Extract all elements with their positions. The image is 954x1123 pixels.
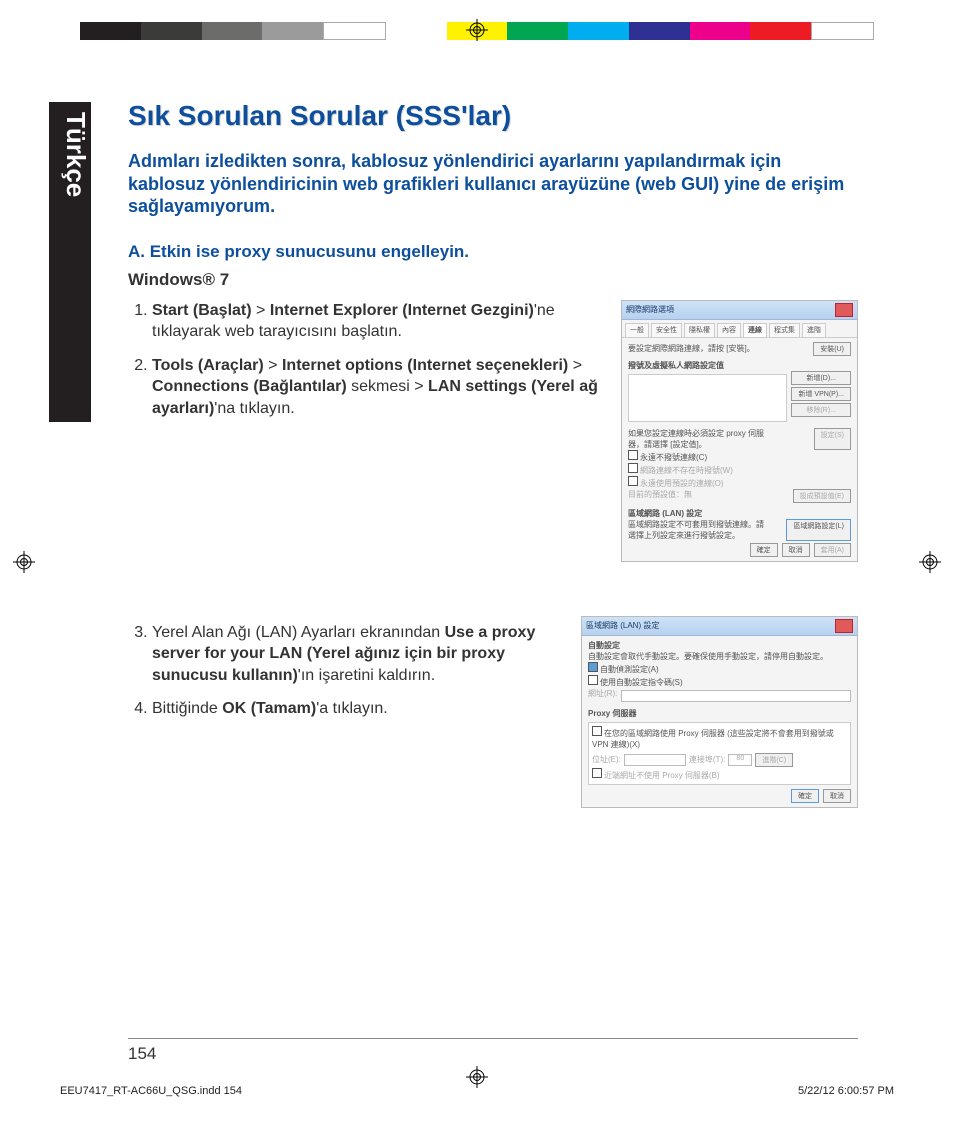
footer-filename: EEU7417_RT-AC66U_QSG.indd 154 (60, 1085, 242, 1097)
tab-privacy[interactable]: 隱私權 (684, 323, 715, 337)
print-footer: EEU7417_RT-AC66U_QSG.indd 154 5/22/12 6:… (60, 1085, 894, 1097)
close-icon[interactable] (835, 619, 853, 633)
setup-button[interactable]: 安裝(U) (813, 342, 851, 356)
setup-note: 要設定網際網路連線，請按 [安裝]。 (628, 343, 755, 354)
tab-connections[interactable]: 連線 (743, 323, 767, 337)
auto-note: 自動設定會取代手動設定。要確保使用手動設定，請停用自動設定。 (588, 651, 851, 662)
ok-button[interactable]: 確定 (791, 789, 819, 803)
intro-paragraph: Adımları izledikten sonra, kablosuz yönl… (128, 150, 858, 218)
close-icon[interactable] (835, 303, 853, 317)
tab-security[interactable]: 安全性 (651, 323, 682, 337)
footer-divider (128, 1038, 858, 1039)
dialog-tabs: 一般 安全性 隱私權 內容 連線 程式集 進階 (622, 320, 857, 338)
tab-advanced[interactable]: 進階 (802, 323, 826, 337)
advanced-button[interactable]: 進階(C) (755, 753, 793, 767)
apply-button[interactable]: 套用(A) (814, 543, 851, 557)
lan-settings-button[interactable]: 區域網路設定(L) (786, 519, 851, 541)
section-a-heading: A. Etkin ise proxy sunucusunu engelleyin… (128, 242, 858, 262)
lan-section-label: 區域網路 (LAN) 設定 (628, 508, 851, 519)
tab-general[interactable]: 一般 (625, 323, 649, 337)
ok-button[interactable]: 確定 (750, 543, 778, 557)
proxy-header: Proxy 伺服器 (588, 708, 851, 719)
radio-dial-no-net[interactable]: 網路連線不存在時撥號(W) (640, 466, 733, 475)
page-title: Sık Sorulan Sorular (SSS'lar) (128, 100, 858, 132)
checkbox-auto-script[interactable] (588, 675, 598, 685)
registration-mark-icon (13, 551, 35, 573)
step-4: Bittiğinde OK (Tamam)'a tıklayın. (152, 698, 563, 720)
registration-mark-icon (466, 19, 488, 41)
language-tab: Türkçe (49, 102, 91, 422)
radio-always-default[interactable]: 永遠使用預設的連線(O) (640, 479, 724, 488)
current-default: 目前的預設值：無 (628, 489, 692, 503)
step-2: Tools (Araçlar) > Internet options (Inte… (152, 355, 603, 420)
registration-mark-icon (919, 551, 941, 573)
remove-button[interactable]: 移除(R)... (791, 403, 851, 417)
step-1: Start (Başlat) > Internet Explorer (Inte… (152, 300, 603, 343)
dialog-title: 區域網路 (LAN) 設定 (586, 620, 659, 631)
page-content: Sık Sorulan Sorular (SSS'lar) Adımları i… (128, 100, 858, 808)
steps-list-bottom: Yerel Alan Ağı (LAN) Ayarları ekranından… (128, 622, 563, 720)
cancel-button[interactable]: 取消 (782, 543, 810, 557)
settings-button[interactable]: 設定(S) (814, 428, 851, 450)
os-label: Windows® 7 (128, 270, 858, 290)
footer-timestamp: 5/22/12 6:00:57 PM (798, 1085, 894, 1097)
add-button[interactable]: 新增(D)... (791, 371, 851, 385)
proxy-note: 如果您設定連線時必須設定 proxy 伺服器，請選擇 [設定值]。 (628, 428, 768, 450)
set-default-button[interactable]: 設成預設值(E) (793, 489, 851, 503)
tab-content[interactable]: 內容 (717, 323, 741, 337)
tab-programs[interactable]: 程式集 (769, 323, 800, 337)
step-3: Yerel Alan Ağı (LAN) Ayarları ekranından… (152, 622, 563, 687)
steps-list-top: Start (Başlat) > Internet Explorer (Inte… (128, 300, 603, 420)
screenshot-internet-options: 網際網路選項 一般 安全性 隱私權 內容 連線 程式集 進階 要設定網際網路連線… (621, 300, 858, 562)
screenshot-lan-settings: 區域網路 (LAN) 設定 自動設定 自動設定會取代手動設定。要確保使用手動設定… (581, 616, 858, 808)
language-label: Türkçe (49, 112, 91, 197)
dial-section-label: 撥號及虛擬私人網路設定值 (628, 360, 851, 371)
lan-note: 區域網路設定不可套用到撥號連線。請選擇上列設定來進行撥號設定。 (628, 519, 768, 541)
auto-header: 自動設定 (588, 640, 851, 651)
checkbox-auto-detect[interactable] (588, 662, 598, 672)
checkbox-use-proxy[interactable] (592, 726, 602, 736)
cancel-button[interactable]: 取消 (823, 789, 851, 803)
dialog-title: 網際網路選項 (626, 304, 674, 315)
add-vpn-button[interactable]: 新增 VPN(P)... (791, 387, 851, 401)
page-number: 154 (128, 1044, 156, 1064)
radio-never-dial[interactable]: 永遠不撥號連線(C) (640, 453, 707, 462)
